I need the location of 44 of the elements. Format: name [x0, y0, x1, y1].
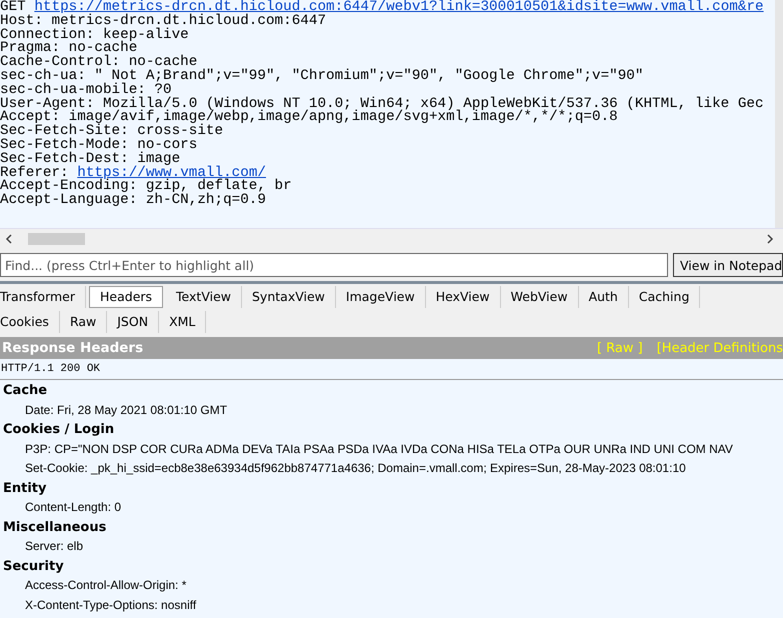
group-heading[interactable]: Miscellaneous [3, 518, 780, 537]
header-line: Cache-Control: no-cache [0, 56, 198, 70]
tab[interactable]: SyntaxView [242, 286, 336, 308]
header-line: Sec-Fetch-Site: cross-site [0, 125, 224, 139]
view-in-notepad-button[interactable]: View in Notepad [673, 253, 783, 277]
group-heading[interactable]: Entity [3, 478, 780, 498]
header-entry[interactable]: Date: Fri, 28 May 2021 08:01:10 GMT [3, 400, 780, 420]
group-heading[interactable]: Cache [3, 381, 780, 400]
tab[interactable]: ImageView [336, 286, 426, 308]
tab[interactable]: Raw [60, 310, 108, 332]
header-entry[interactable]: Set-Cookie: _pk_hi_ssid=ecb8e38e63934d5f962bb874771a4636; Domain=.vmall.com; Expires=Sun, 28-May-2023 08:01:10 [3, 459, 780, 478]
header-entry[interactable]: P3P: CP="NON DSP COR CURa ADMa DEVa TAIa PSAa PSDa IVAa IVDa CONa HISa TELa OTPa OUR UNRa IND UNI COM NAV [3, 440, 780, 459]
header-entry[interactable]: Access-Control-Allow-Origin: * [3, 576, 780, 596]
scrollbar-thumb[interactable] [28, 233, 85, 245]
scroll-right-icon[interactable] [765, 234, 775, 244]
group-heading[interactable]: Cookies / Login [3, 420, 780, 440]
header-entry[interactable]: Server: elb [3, 537, 780, 556]
header-line: Host: metrics-drcn.dt.hicloud.com:6447 [0, 14, 326, 29]
tab[interactable]: Caching [628, 286, 700, 308]
header-line: Sec-Fetch-Dest: image [0, 152, 180, 167]
tab[interactable]: Auth [578, 286, 629, 308]
header-entry[interactable]: X-Content-Type-Options: nosniff [3, 596, 780, 615]
header-entry[interactable]: Content-Length: 0 [3, 498, 780, 518]
tab[interactable]: WebView [500, 286, 579, 308]
section-title: Response Headers [2, 340, 144, 356]
tab[interactable]: Headers [89, 286, 164, 308]
tab[interactable]: XML [159, 310, 206, 332]
vertical-scrollbar[interactable] [775, 0, 783, 228]
header-line: sec-ch-ua-mobile: ?0 [0, 84, 172, 98]
request-url-link[interactable]: https://metrics-drcn.dt.hicloud.com:6447/webv1?link=300010501&idsite=www.vmall.com&re [34, 0, 764, 15]
header-line: sec-ch-ua: " Not A;Brand";v="99", "Chromium";v="90", "Google Chrome";v="90" [0, 70, 644, 84]
header-line: Accept-Language: zh-CN,zh;q=0.9 [0, 194, 267, 208]
header-line: Sec-Fetch-Mode: no-cors [0, 138, 198, 153]
tab[interactable]: JSON [107, 310, 160, 332]
group-heading[interactable]: Security [3, 556, 780, 576]
tab[interactable]: Transformer [0, 286, 86, 308]
header-line: Connection: keep-alive [0, 28, 190, 42]
request-line: GET https://metrics-drcn.dt.hicloud.com:6447/webv1?link=300010501&idsite=www.vmall.com&re [0, 1, 765, 15]
header-line: Referer: https://www.vmall.com/ [0, 166, 267, 180]
tab[interactable]: TextView [166, 286, 242, 308]
tab[interactable]: HexView [426, 286, 501, 308]
scroll-left-icon[interactable] [4, 234, 14, 244]
tab[interactable]: Cookies [0, 310, 60, 332]
find-field[interactable]: Find... (press Ctrl+Enter to highlight all) [0, 253, 668, 277]
